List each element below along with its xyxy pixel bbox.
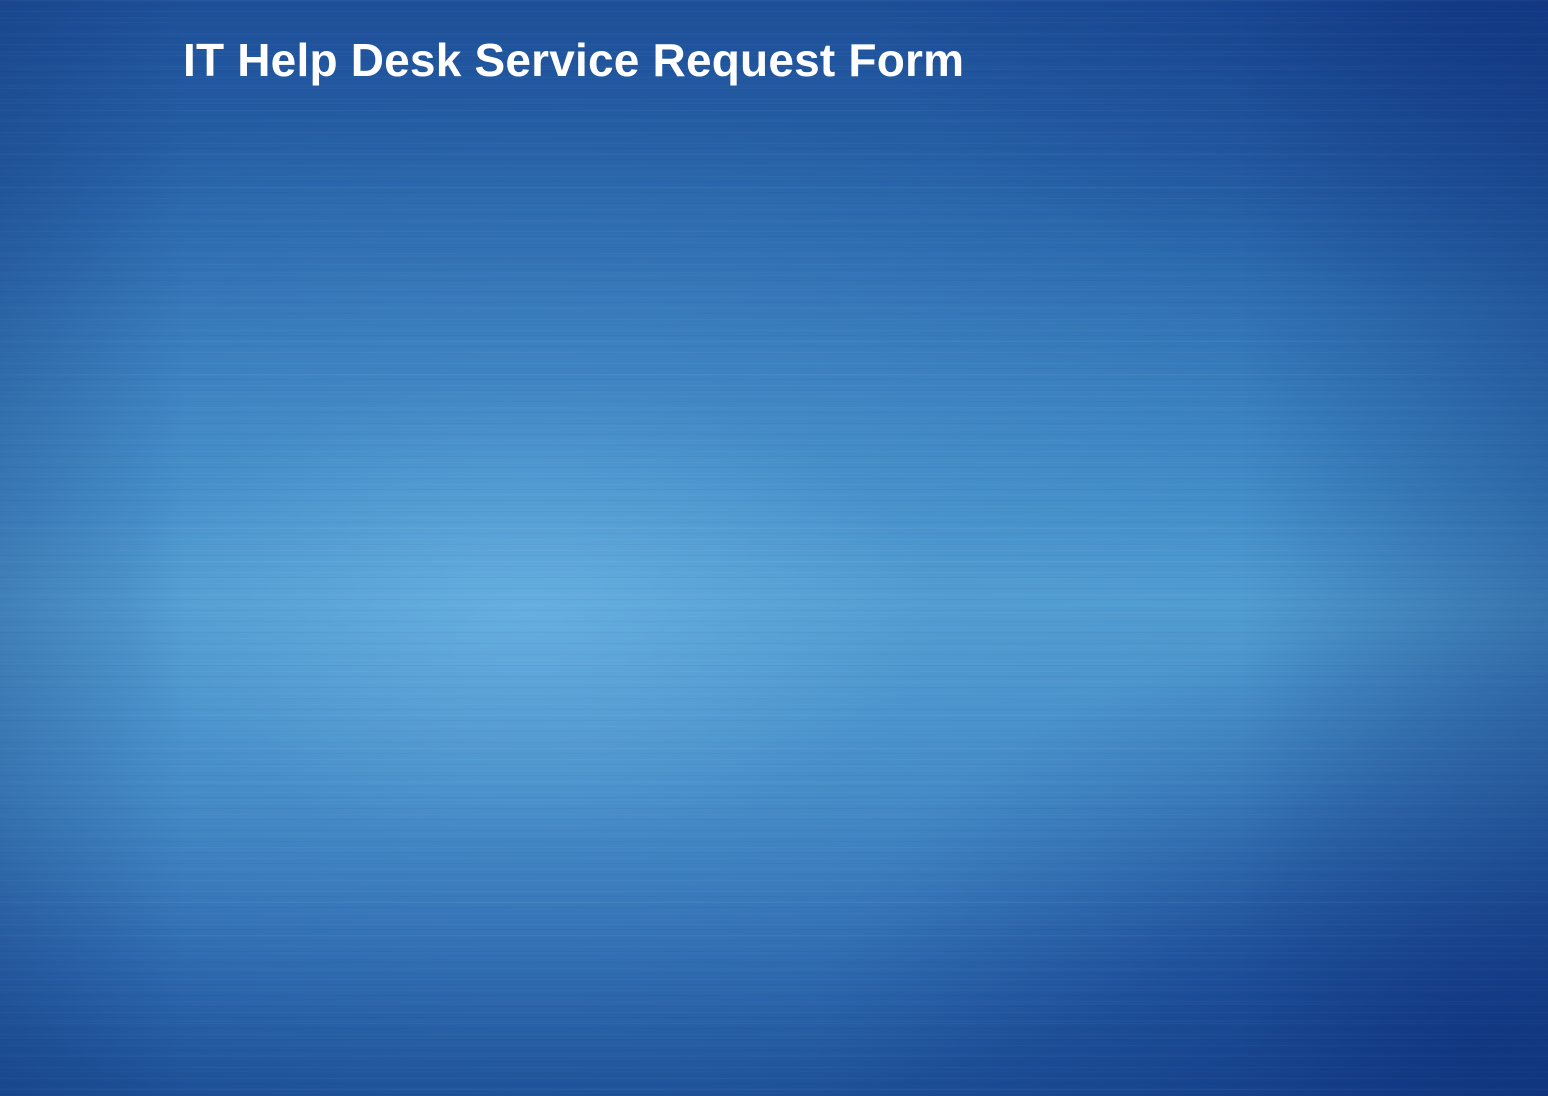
blue-gradient-background: [0, 0, 1548, 1096]
page-title: IT Help Desk Service Request Form: [183, 34, 965, 86]
background-vignette: [0, 0, 1548, 1096]
